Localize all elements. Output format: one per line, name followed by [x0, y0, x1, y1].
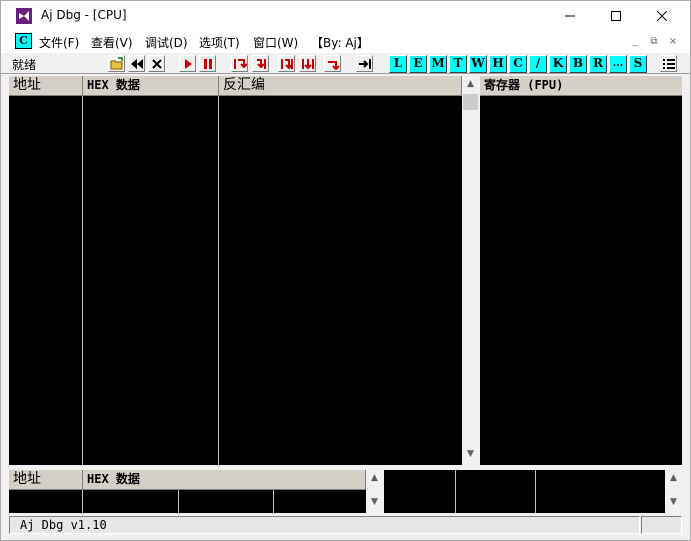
scroll-up-arrow[interactable]: ▲ — [462, 76, 479, 93]
execute-till-return-icon — [328, 61, 340, 71]
scroll-up-arrow[interactable]: ▲ — [665, 470, 682, 487]
executable-modules-button[interactable]: E — [409, 55, 427, 73]
menu-file[interactable]: 文件(F) — [39, 34, 79, 51]
stack-pane[interactable]: ▲ ▼ — [384, 470, 682, 513]
goto-button[interactable] — [356, 55, 373, 72]
status-bar-panel — [641, 516, 682, 534]
status-bar-text: Aj Dbg v1.10 — [9, 516, 640, 534]
column-divider — [273, 490, 274, 513]
close-debug-button[interactable] — [148, 55, 165, 72]
step-into-button[interactable] — [231, 55, 248, 72]
list-icon — [663, 59, 675, 69]
stack-scrollbar[interactable]: ▲ ▼ — [665, 470, 682, 513]
column-divider — [535, 470, 536, 513]
dump-column-header-hex-label: HEX 数据 — [87, 472, 140, 486]
status-label: 就绪 — [12, 58, 37, 72]
column-header-address[interactable]: 地址 — [9, 76, 83, 96]
execute-till-return-button[interactable] — [324, 55, 341, 72]
scroll-down-arrow[interactable]: ▼ — [665, 494, 682, 511]
run-button[interactable] — [179, 55, 196, 72]
stop-x-icon — [152, 59, 162, 69]
close-icon — [657, 11, 667, 21]
scroll-down-arrow[interactable]: ▼ — [366, 494, 383, 511]
register-pane[interactable]: 寄存器 (FPU) — [480, 76, 682, 465]
column-divider — [178, 490, 179, 513]
patches-button[interactable]: / — [529, 55, 547, 73]
trace-over-icon — [302, 59, 314, 70]
close-button[interactable] — [639, 1, 685, 31]
windows-button[interactable]: W — [469, 55, 487, 73]
window-title: Aj Dbg - [CPU] — [41, 8, 127, 22]
memory-map-button[interactable]: M — [429, 55, 447, 73]
trace-into-icon — [281, 59, 293, 70]
column-divider — [455, 470, 456, 513]
mdi-child-icon[interactable]: C — [15, 33, 32, 49]
column-header-hex-label: HEX 数据 — [87, 78, 140, 92]
column-divider — [82, 96, 83, 465]
menu-view[interactable]: 查看(V) — [91, 34, 133, 51]
column-header-hex[interactable]: HEX 数据 — [83, 76, 219, 96]
menu-about[interactable]: 【By: Aj】 — [311, 34, 369, 51]
dump-column-header-address[interactable]: 地址 — [9, 470, 83, 490]
open-button[interactable] — [108, 55, 125, 72]
menu-options[interactable]: 选项(T) — [199, 34, 240, 51]
menu-bar: C 文件(F) 查看(V) 调试(D) 选项(T) 窗口(W) 【By: Aj】… — [1, 31, 690, 52]
trace-over-button[interactable] — [299, 55, 316, 72]
disassembly-pane[interactable]: 地址 HEX 数据 反汇编 ▲ ▼ — [9, 76, 479, 465]
run-icon — [185, 59, 192, 69]
threads-button[interactable]: T — [449, 55, 467, 73]
scroll-thumb[interactable] — [463, 94, 478, 110]
scroll-down-arrow[interactable]: ▼ — [462, 446, 479, 463]
rewind-icon — [131, 59, 143, 69]
step-into-icon — [234, 59, 247, 69]
pause-button[interactable] — [199, 55, 216, 72]
menu-debug[interactable]: 调试(D) — [145, 34, 188, 51]
register-pane-title: 寄存器 (FPU) — [480, 76, 682, 96]
maximize-button[interactable] — [593, 1, 639, 31]
menu-window[interactable]: 窗口(W) — [253, 34, 298, 51]
title-bar[interactable]: Aj Dbg - [CPU] — [1, 1, 690, 31]
references-button[interactable]: R — [589, 55, 607, 73]
goto-icon — [359, 59, 371, 69]
mdi-close-button[interactable]: × — [665, 35, 681, 49]
scroll-up-arrow[interactable]: ▲ — [366, 470, 383, 487]
mdi-restore-button[interactable]: ⧉ — [646, 35, 662, 49]
maximize-icon — [611, 11, 621, 21]
disassembly-scrollbar[interactable]: ▲ ▼ — [462, 76, 479, 465]
breakpoints-button[interactable]: B — [569, 55, 587, 73]
pause-icon — [204, 59, 212, 69]
step-over-button[interactable] — [252, 55, 269, 72]
visual-studio-icon — [16, 8, 32, 24]
restart-button[interactable] — [128, 55, 145, 72]
mdi-minimize-button[interactable]: _ — [627, 35, 643, 49]
call-stack-button[interactable]: K — [549, 55, 567, 73]
column-header-disassembly[interactable]: 反汇编 — [219, 76, 462, 96]
status-bar: Aj Dbg v1.10 — [9, 516, 682, 534]
dump-column-header-hex[interactable]: HEX 数据 — [83, 470, 366, 490]
column-divider — [82, 490, 83, 513]
memory-dump-pane[interactable]: 地址 HEX 数据 ▲ ▼ — [9, 470, 383, 513]
toolbar: 就绪 L E M T W H C / K B R ... S — [1, 52, 690, 74]
minimize-icon — [565, 15, 575, 17]
trace-into-button[interactable] — [278, 55, 295, 72]
handles-button[interactable]: H — [489, 55, 507, 73]
minimize-button[interactable] — [547, 1, 593, 31]
dump-scrollbar[interactable]: ▲ ▼ — [366, 470, 383, 513]
open-folder-icon — [110, 57, 123, 70]
log-window-button[interactable]: L — [389, 55, 407, 73]
source-button[interactable]: S — [629, 55, 647, 73]
step-over-icon — [257, 59, 266, 69]
column-divider — [218, 96, 219, 465]
list-view-button[interactable] — [660, 55, 677, 72]
cpu-button[interactable]: C — [509, 55, 527, 73]
main-window: Aj Dbg - [CPU] C 文件(F) 查看(V) 调试(D) 选项(T)… — [0, 0, 691, 541]
run-trace-button[interactable]: ... — [609, 55, 627, 73]
